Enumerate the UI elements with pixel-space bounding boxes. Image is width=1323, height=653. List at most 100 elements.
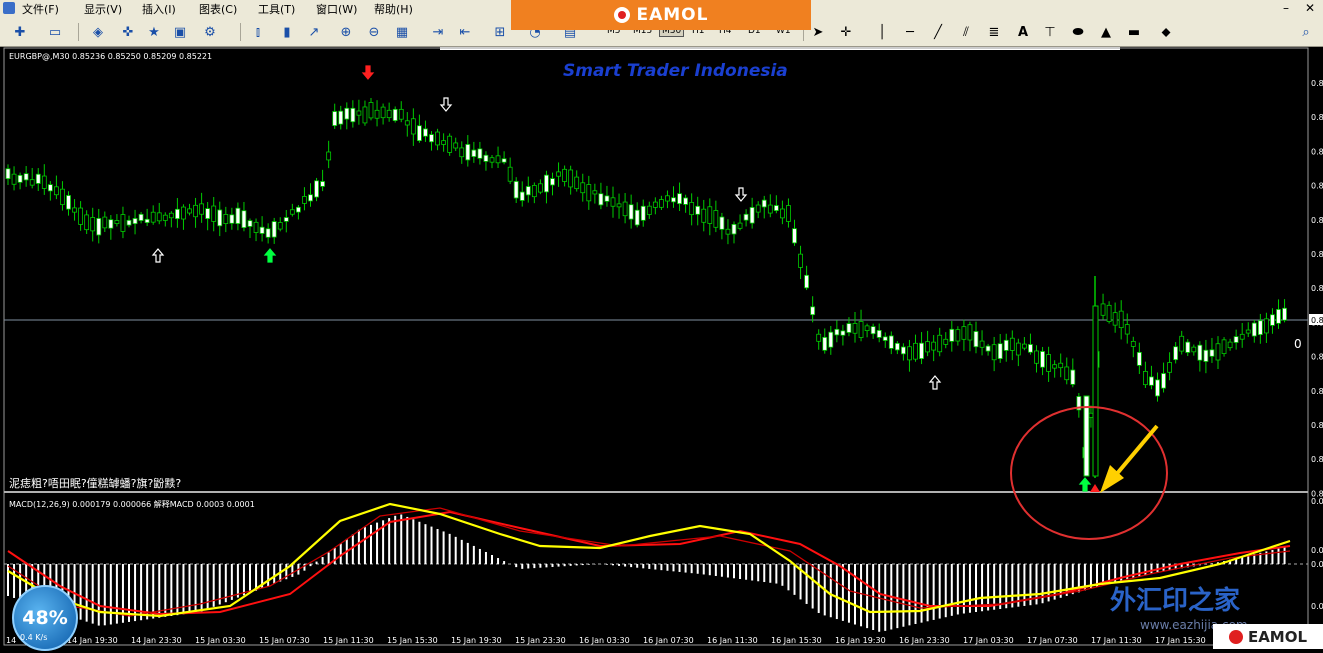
candle-chart-icon[interactable]: ▮ bbox=[277, 22, 297, 42]
candle-body bbox=[544, 174, 549, 193]
candle-body bbox=[646, 205, 652, 215]
close-icon[interactable]: ✕ bbox=[1305, 1, 1315, 15]
candle-body bbox=[96, 218, 102, 236]
cursor-icon[interactable]: ➤ bbox=[808, 22, 828, 42]
candle-body bbox=[90, 217, 96, 232]
arrows-tool-icon[interactable]: ⬥ bbox=[1156, 22, 1176, 42]
bar-chart-icon[interactable]: ⫾ bbox=[248, 22, 268, 42]
candle-body bbox=[707, 206, 713, 224]
crosshair-icon[interactable]: ✛ bbox=[836, 22, 856, 42]
candle-body bbox=[223, 214, 229, 224]
garbled-text: 泥痣粗?唔田眠?僮糕罅蟠?旗?鼢黩? bbox=[9, 476, 181, 490]
candle-body bbox=[858, 321, 864, 338]
channel-icon[interactable]: ⫽ bbox=[956, 22, 976, 42]
candle-body bbox=[29, 179, 35, 186]
minimize-icon[interactable]: – bbox=[1283, 1, 1289, 15]
candle-body bbox=[967, 324, 973, 341]
candle-body bbox=[1270, 314, 1275, 326]
candle-body bbox=[1022, 343, 1027, 349]
macd-tick-label: 0.0 bbox=[1311, 546, 1323, 555]
text-tool-icon[interactable]: A bbox=[1013, 22, 1033, 42]
price-tick-label: 0.8 bbox=[1311, 147, 1323, 156]
candle-body bbox=[1161, 373, 1166, 389]
price-tick-label: 0.8 bbox=[1311, 455, 1323, 464]
candle-body bbox=[525, 186, 531, 196]
horizontal-line-icon[interactable]: ─ bbox=[900, 22, 920, 42]
triangle-icon[interactable]: ▲ bbox=[1096, 22, 1116, 42]
time-tick-label: 16 Jan 11:30 bbox=[707, 636, 758, 645]
tile-windows-icon[interactable]: ▦ bbox=[392, 22, 412, 42]
fibonacci-icon[interactable]: ≣ bbox=[984, 22, 1004, 42]
candle-body bbox=[368, 102, 374, 119]
menu-charts[interactable]: 图表(C) bbox=[199, 1, 237, 17]
market-watch-icon[interactable]: ◈ bbox=[88, 22, 108, 42]
candle-body bbox=[483, 154, 489, 162]
candle-body bbox=[314, 180, 319, 198]
candle-body bbox=[1118, 310, 1124, 329]
candle-body bbox=[731, 224, 737, 235]
menu-insert[interactable]: 插入(I) bbox=[142, 1, 176, 17]
candle-body bbox=[550, 178, 555, 186]
network-speed-widget[interactable]: 48% 0.4 K/s bbox=[12, 585, 78, 651]
line-chart-icon[interactable]: ↗ bbox=[304, 22, 324, 42]
new-chart-icon[interactable]: ✚ bbox=[10, 22, 30, 42]
vertical-line-icon[interactable]: │ bbox=[872, 22, 892, 42]
candle-body bbox=[949, 328, 955, 342]
candle-body bbox=[253, 221, 259, 233]
autoscroll-icon[interactable]: ⇥ bbox=[428, 22, 448, 42]
candle-body bbox=[356, 110, 362, 116]
candle-body bbox=[271, 221, 277, 238]
candle-body bbox=[852, 322, 858, 334]
candle-body bbox=[804, 274, 809, 289]
rectangle-icon[interactable]: ▬ bbox=[1124, 22, 1144, 42]
candle-body bbox=[622, 201, 628, 217]
candle-body bbox=[1058, 362, 1064, 369]
profiles-icon[interactable]: ▭ bbox=[45, 22, 65, 42]
search-icon[interactable]: ⌕ bbox=[1296, 22, 1316, 42]
candle-body bbox=[144, 218, 150, 223]
zoom-out-icon[interactable]: ⊖ bbox=[364, 22, 384, 42]
candle-body bbox=[1143, 371, 1148, 386]
ellipse-icon[interactable]: ⬬ bbox=[1068, 22, 1088, 42]
candle-body bbox=[888, 335, 894, 349]
candle-body bbox=[416, 125, 422, 142]
price-tick-label: 0.8 bbox=[1311, 284, 1323, 293]
menu-help[interactable]: 帮助(H) bbox=[374, 1, 413, 17]
time-tick-label: 15 Jan 23:30 bbox=[515, 636, 566, 645]
menu-window[interactable]: 窗口(W) bbox=[316, 1, 357, 17]
candle-body bbox=[907, 346, 912, 361]
options-icon[interactable]: ⚙ bbox=[200, 22, 220, 42]
label-tool-icon[interactable]: ⊤ bbox=[1040, 22, 1060, 42]
candle-body bbox=[295, 206, 301, 213]
navigator-icon[interactable]: ✜ bbox=[118, 22, 138, 42]
candle-body bbox=[901, 346, 906, 355]
candle-body bbox=[441, 140, 447, 145]
candle-body bbox=[205, 208, 211, 219]
candle-body bbox=[217, 209, 223, 227]
time-tick-label: 14 bbox=[6, 636, 16, 645]
menu-view[interactable]: 显示(V) bbox=[84, 1, 122, 17]
candle-body bbox=[1173, 346, 1179, 361]
candle-body bbox=[423, 128, 428, 137]
macd-tick-label: 0.0 bbox=[1311, 560, 1323, 569]
candle-body bbox=[265, 228, 271, 238]
indicators-icon[interactable]: ⊞ bbox=[490, 22, 510, 42]
tester-icon[interactable]: ▣ bbox=[170, 22, 190, 42]
candle-body bbox=[114, 220, 120, 224]
menu-file[interactable]: 文件(F) bbox=[22, 1, 59, 17]
candle-body bbox=[1257, 320, 1263, 335]
menu-tools[interactable]: 工具(T) bbox=[258, 1, 295, 17]
zoom-in-icon[interactable]: ⊕ bbox=[336, 22, 356, 42]
chart-shift-icon[interactable]: ⇤ bbox=[455, 22, 475, 42]
terminal-icon[interactable]: ★ bbox=[144, 22, 164, 42]
trendline-icon[interactable]: ╱ bbox=[928, 22, 948, 42]
chart-canvas[interactable]: EURGBP@,M30 0.85236 0.85250 0.85209 0.85… bbox=[0, 46, 1323, 649]
candle-body bbox=[743, 213, 749, 221]
candle-body bbox=[1130, 340, 1136, 347]
price-tick-label: 0.8 bbox=[1311, 79, 1323, 88]
time-tick-label: 14 Jan 19:30 bbox=[67, 636, 118, 645]
candle-body bbox=[241, 210, 247, 228]
chart-window[interactable]: EURGBP@,M30 0.85236 0.85250 0.85209 0.85… bbox=[0, 46, 1323, 649]
macd-second-line bbox=[7, 507, 1291, 617]
time-tick-label: 16 Jan 23:30 bbox=[899, 636, 950, 645]
